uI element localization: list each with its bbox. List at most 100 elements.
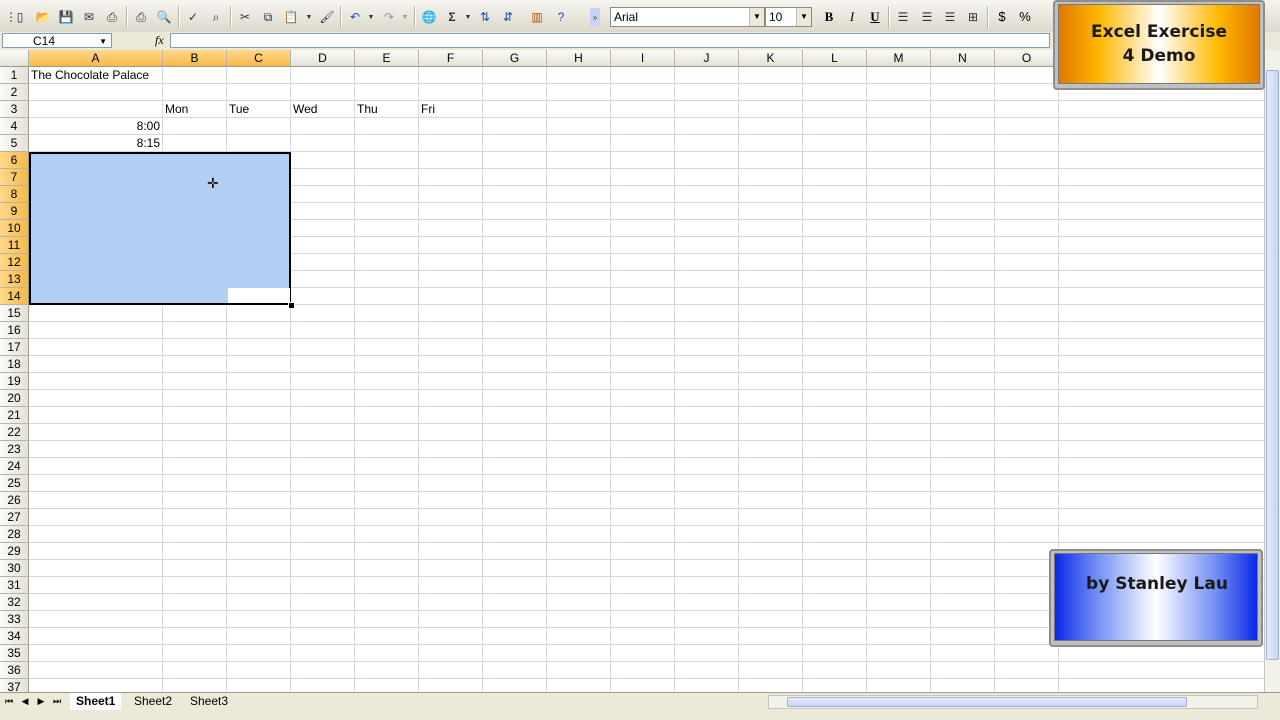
- cell-c3[interactable]: Tue: [229, 101, 249, 118]
- first-sheet-icon[interactable]: ⏮: [2, 694, 16, 709]
- row-header-17[interactable]: 17: [0, 339, 29, 356]
- vertical-scroll-thumb[interactable]: [1266, 70, 1279, 660]
- cell-a5[interactable]: 8:15: [29, 135, 160, 152]
- column-header-o[interactable]: O: [995, 50, 1059, 67]
- name-box[interactable]: C14 ▼: [2, 33, 112, 48]
- cell-e3[interactable]: Thu: [357, 101, 378, 118]
- column-header-d[interactable]: D: [291, 50, 355, 67]
- column-header-j[interactable]: J: [675, 50, 739, 67]
- cell-a1[interactable]: The Chocolate Palace: [31, 67, 149, 84]
- row-header-20[interactable]: 20: [0, 390, 29, 407]
- row-header-13[interactable]: 13: [0, 271, 29, 288]
- email-icon[interactable]: ⎙: [103, 8, 121, 26]
- align-left-icon[interactable]: ☰: [894, 8, 912, 26]
- column-header-c[interactable]: C: [227, 50, 291, 67]
- formula-input[interactable]: [170, 33, 1050, 48]
- horizontal-scroll-thumb[interactable]: [787, 697, 1187, 707]
- cell-b3[interactable]: Mon: [165, 101, 188, 118]
- chart-wizard-icon[interactable]: ▥: [528, 8, 546, 26]
- sheet-tab-sheet2[interactable]: Sheet2: [128, 693, 178, 710]
- column-header-m[interactable]: M: [867, 50, 931, 67]
- sort-descending-icon[interactable]: ⇵: [499, 8, 517, 26]
- row-header-29[interactable]: 29: [0, 543, 29, 560]
- currency-button[interactable]: $: [992, 8, 1012, 26]
- autosum-dropdown-icon[interactable]: ▼: [459, 8, 477, 26]
- row-header-6[interactable]: 6: [0, 152, 29, 169]
- row-header-18[interactable]: 18: [0, 356, 29, 373]
- align-center-icon[interactable]: ☰: [918, 8, 936, 26]
- row-header-34[interactable]: 34: [0, 628, 29, 645]
- cell-a4[interactable]: 8:00: [29, 118, 160, 135]
- select-all-corner[interactable]: [0, 50, 29, 67]
- row-header-36[interactable]: 36: [0, 662, 29, 679]
- chevron-down-icon[interactable]: ▼: [749, 8, 764, 26]
- cell-f3[interactable]: Fri: [421, 101, 435, 118]
- active-cell[interactable]: [228, 288, 290, 303]
- font-name-select[interactable]: Arial ▼: [610, 7, 765, 27]
- align-right-icon[interactable]: ☰: [941, 8, 959, 26]
- save-icon[interactable]: 💾: [57, 8, 75, 26]
- row-header-11[interactable]: 11: [0, 237, 29, 254]
- copy-icon[interactable]: ⧉: [259, 8, 277, 26]
- selected-range[interactable]: [29, 152, 291, 305]
- spelling-icon[interactable]: ✓: [184, 8, 202, 26]
- help-icon[interactable]: ?: [552, 8, 570, 26]
- new-document-icon[interactable]: ▯: [11, 8, 29, 26]
- hyperlink-icon[interactable]: 🌐: [420, 8, 438, 26]
- row-header-19[interactable]: 19: [0, 373, 29, 390]
- row-header-35[interactable]: 35: [0, 645, 29, 662]
- sheet-tab-sheet3[interactable]: Sheet3: [184, 693, 234, 710]
- row-header-24[interactable]: 24: [0, 458, 29, 475]
- row-header-9[interactable]: 9: [0, 203, 29, 220]
- column-header-f[interactable]: F: [419, 50, 483, 67]
- print-preview-icon[interactable]: 🔍: [155, 8, 173, 26]
- row-header-16[interactable]: 16: [0, 322, 29, 339]
- print-icon[interactable]: ⎙: [132, 8, 150, 26]
- cut-icon[interactable]: ✂: [236, 8, 254, 26]
- toolbar-options-icon[interactable]: »: [590, 8, 600, 26]
- row-header-10[interactable]: 10: [0, 220, 29, 237]
- row-header-15[interactable]: 15: [0, 305, 29, 322]
- column-header-e[interactable]: E: [355, 50, 419, 67]
- percent-button[interactable]: %: [1015, 8, 1035, 26]
- horizontal-scrollbar[interactable]: [768, 695, 1258, 709]
- row-header-26[interactable]: 26: [0, 492, 29, 509]
- open-folder-icon[interactable]: 📂: [34, 8, 52, 26]
- prev-sheet-icon[interactable]: ◀: [18, 694, 32, 709]
- row-header-8[interactable]: 8: [0, 186, 29, 203]
- row-header-14[interactable]: 14: [0, 288, 29, 305]
- vertical-scrollbar[interactable]: [1264, 50, 1280, 692]
- column-header-i[interactable]: I: [611, 50, 675, 67]
- row-header-1[interactable]: 1: [0, 67, 29, 84]
- format-painter-icon[interactable]: 🖌: [318, 8, 336, 26]
- row-header-12[interactable]: 12: [0, 254, 29, 271]
- row-header-32[interactable]: 32: [0, 594, 29, 611]
- insert-function-icon[interactable]: fx: [155, 33, 164, 48]
- column-header-h[interactable]: H: [547, 50, 611, 67]
- row-header-30[interactable]: 30: [0, 560, 29, 577]
- italic-button[interactable]: I: [842, 8, 862, 26]
- underline-button[interactable]: U: [865, 8, 885, 26]
- column-header-g[interactable]: G: [483, 50, 547, 67]
- paste-icon[interactable]: 📋: [282, 8, 300, 26]
- column-header-a[interactable]: A: [29, 50, 163, 67]
- row-header-3[interactable]: 3: [0, 101, 29, 118]
- last-sheet-icon[interactable]: ⏭: [50, 694, 64, 709]
- cell-d3[interactable]: Wed: [293, 101, 317, 118]
- row-header-21[interactable]: 21: [0, 407, 29, 424]
- merge-center-icon[interactable]: ⊞: [964, 8, 982, 26]
- row-header-28[interactable]: 28: [0, 526, 29, 543]
- column-header-n[interactable]: N: [931, 50, 995, 67]
- row-header-5[interactable]: 5: [0, 135, 29, 152]
- row-header-31[interactable]: 31: [0, 577, 29, 594]
- bold-button[interactable]: B: [819, 8, 839, 26]
- permission-icon[interactable]: ✉: [80, 8, 98, 26]
- column-header-k[interactable]: K: [739, 50, 803, 67]
- next-sheet-icon[interactable]: ▶: [34, 694, 48, 709]
- research-icon[interactable]: ⌕: [207, 8, 225, 26]
- row-header-27[interactable]: 27: [0, 509, 29, 526]
- sort-ascending-icon[interactable]: ⇅: [476, 8, 494, 26]
- column-header-b[interactable]: B: [163, 50, 227, 67]
- row-header-23[interactable]: 23: [0, 441, 29, 458]
- row-header-7[interactable]: 7: [0, 169, 29, 186]
